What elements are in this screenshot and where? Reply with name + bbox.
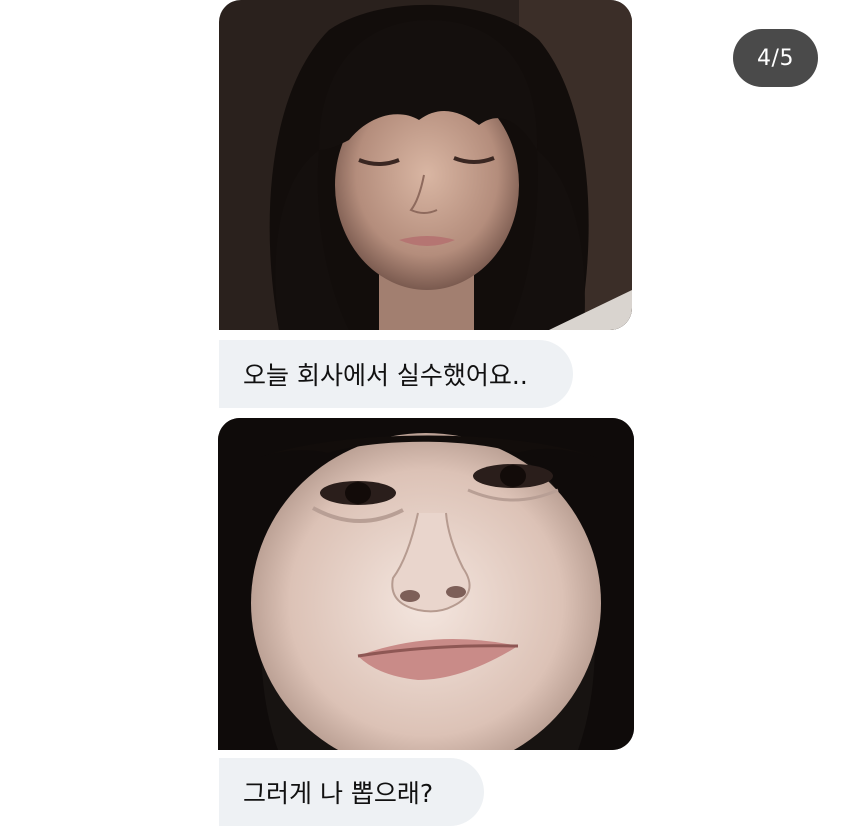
- photo-sad-face-icon: [219, 0, 632, 330]
- chat-message-bubble: 오늘 회사에서 실수했어요..: [219, 340, 573, 408]
- photo-smiling-face-icon: [218, 418, 634, 750]
- message-text: 그러게 나 뽑으래?: [243, 779, 434, 808]
- chat-image-1[interactable]: [219, 0, 632, 330]
- message-text: 오늘 회사에서 실수했어요..: [243, 361, 528, 390]
- chat-image-2[interactable]: [218, 418, 634, 750]
- chat-message-bubble: 그러게 나 뽑으래?: [219, 758, 484, 826]
- page-counter: 4/5: [733, 29, 818, 87]
